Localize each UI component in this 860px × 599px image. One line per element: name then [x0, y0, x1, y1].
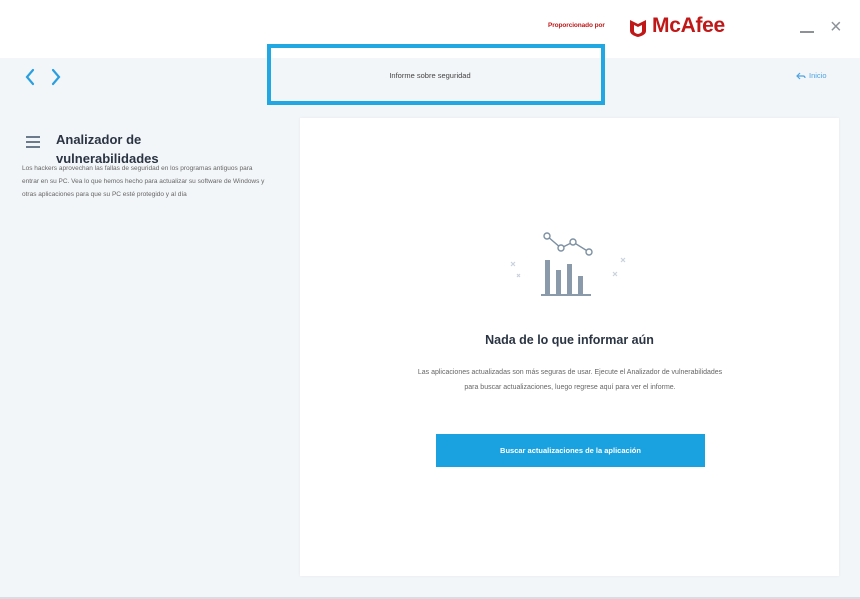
sidebar: Analizador de vulnerabilidades Los hacke…: [0, 100, 296, 599]
powered-by-label: Proporcionado por: [548, 22, 605, 29]
mcafee-shield-icon: [630, 20, 646, 37]
card-heading: Nada de lo que informar aún: [485, 333, 654, 347]
minimize-icon[interactable]: [799, 22, 815, 36]
empty-report-chart-icon: [510, 232, 626, 296]
sidebar-description: Los hackers aprovechan las fallas de seg…: [22, 165, 265, 198]
search-app-updates-button[interactable]: Buscar actualizaciones de la aplicación: [436, 434, 705, 467]
card-description: Las aplicaciones actualizadas son más se…: [417, 369, 723, 391]
report-card: [300, 118, 839, 576]
menu-icon[interactable]: [26, 136, 40, 148]
brand-name: McAfee: [652, 14, 725, 37]
close-icon[interactable]: ×: [830, 17, 848, 38]
home-link-label: Inicio: [809, 71, 827, 80]
home-link[interactable]: Inicio: [796, 71, 827, 80]
return-arrow-icon: [796, 72, 806, 79]
highlight-box: [267, 44, 605, 105]
